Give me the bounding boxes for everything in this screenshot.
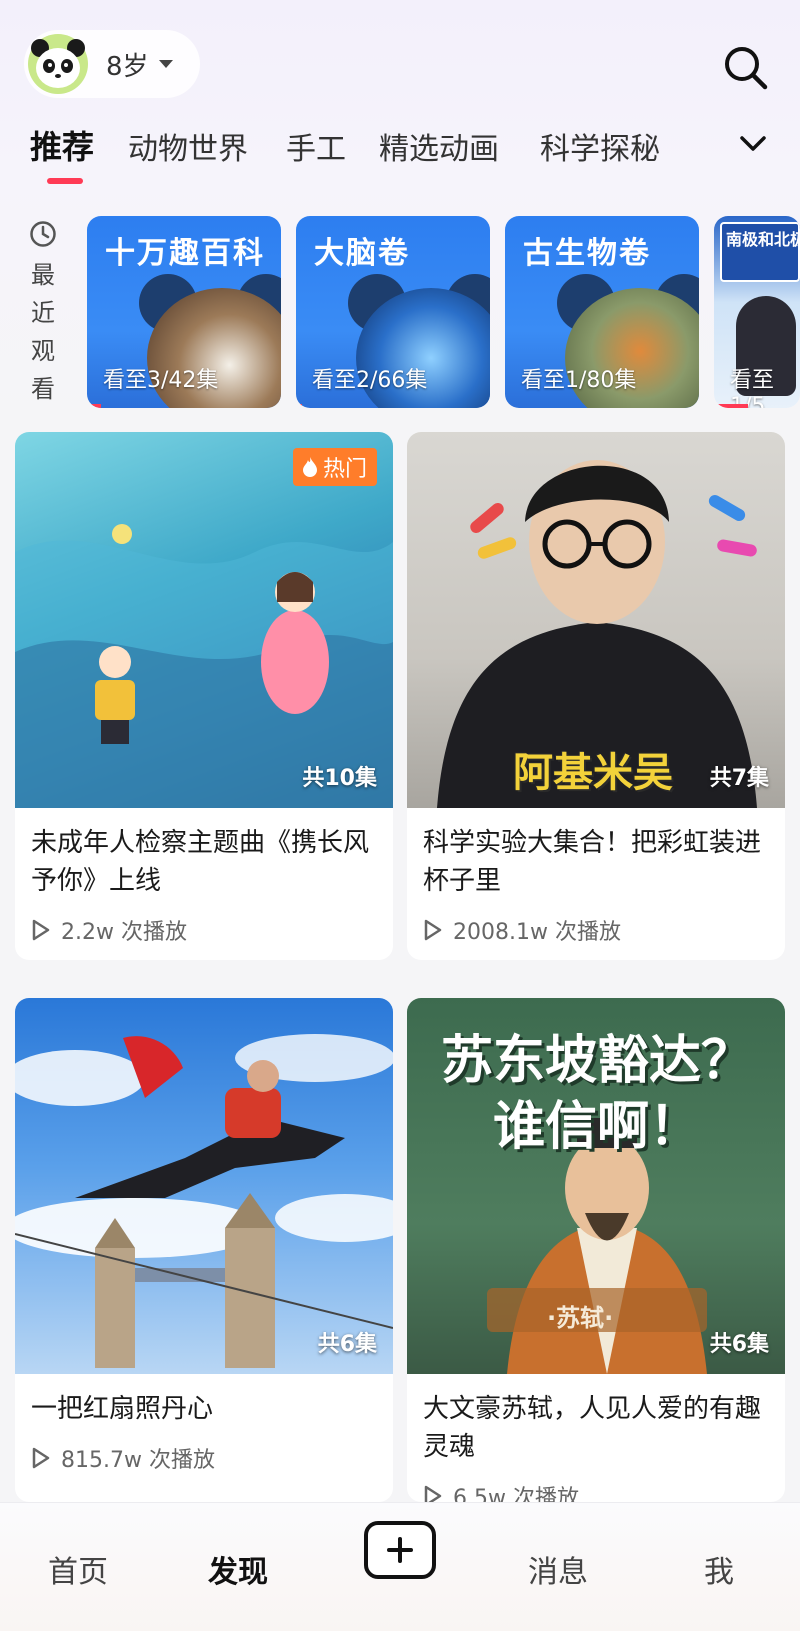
recent-card-title-banner: 南极和北极 为什么 (720, 222, 800, 282)
episode-count: 共6集 (317, 1332, 377, 1357)
panda-avatar-icon (26, 32, 90, 96)
play-count-text: 2008.1w 次播放 (453, 920, 621, 945)
clock-icon (30, 221, 56, 247)
add-button[interactable] (364, 1521, 436, 1579)
recent-card-title: 南极和北极 为什么 (726, 230, 800, 249)
age-selector[interactable]: 8岁 (24, 30, 200, 98)
watch-progress-bar (87, 404, 101, 408)
episode-count: 共10集 (302, 766, 377, 791)
video-card[interactable]: 苏东坡豁达？谁信啊！ ·苏轼· 共6集 大文豪苏轼，人见人爱的有趣灵魂 6.5w… (407, 998, 785, 1502)
video-thumbnail: 苏东坡豁达？谁信啊！ ·苏轼· 共6集 (407, 998, 785, 1374)
play-count: 6.5w 次播放 (407, 1466, 785, 1502)
caret-down-icon (158, 60, 173, 68)
video-thumbnail: 阿基米吴 共7集 (407, 432, 785, 808)
episode-count: 共7集 (709, 766, 769, 791)
play-icon (32, 1447, 50, 1469)
hot-badge: 热门 (292, 448, 377, 486)
age-label: 8岁 (106, 51, 149, 82)
chevron-down-icon[interactable] (738, 132, 768, 156)
play-icon (424, 919, 442, 941)
search-icon[interactable] (722, 44, 770, 92)
nav-me[interactable]: 我 (704, 1547, 734, 1591)
recent-watched-label: 最 近 观 看 (28, 220, 58, 408)
recent-char: 最 (31, 261, 55, 289)
nav-discover[interactable]: 发现 (208, 1547, 268, 1591)
tab-science-exploration[interactable]: 科学探秘 (540, 124, 660, 168)
tab-selected-animation[interactable]: 精选动画 (379, 124, 499, 168)
recent-card-progress: 看至1/80集 (521, 368, 637, 393)
video-card[interactable]: 阿基米吴 共7集 科学实验大集合！把彩虹装进杯子里 2008.1w 次播放 (407, 432, 785, 960)
tab-animal-world[interactable]: 动物世界 (128, 124, 248, 168)
video-card[interactable]: 共6集 一把红扇照丹心 815.7w 次播放 (15, 998, 393, 1502)
watch-progress-bar (296, 404, 302, 408)
play-count: 2008.1w 次播放 (407, 900, 785, 946)
recent-card-title: 十万趣百科 (105, 236, 265, 271)
category-tabs: 推荐 动物世界 手工 精选动画 科学探秘 (0, 122, 800, 192)
video-thumbnail: 共6集 (15, 998, 393, 1374)
recent-card-title: 古生物卷 (523, 236, 651, 271)
video-title: 一把红扇照丹心 (31, 1394, 214, 1424)
plus-icon (387, 1537, 413, 1563)
recent-card[interactable]: 古生物卷 看至1/80集 (505, 216, 699, 408)
play-count-text: 815.7w 次播放 (61, 1448, 215, 1473)
recent-card-progress: 看至1/5 (730, 368, 775, 408)
play-count: 2.2w 次播放 (15, 900, 393, 946)
hot-badge-label: 热门 (322, 457, 367, 482)
recent-card[interactable]: 十万趣百科 看至3/42集 (87, 216, 281, 408)
tab-handcraft[interactable]: 手工 (286, 124, 346, 168)
character-name-tag: ·苏轼· (547, 1304, 614, 1332)
top-header: 8岁 (0, 0, 800, 110)
play-icon (32, 919, 50, 941)
play-count-text: 2.2w 次播放 (61, 920, 187, 945)
active-tab-indicator (47, 178, 83, 184)
recent-char: 近 (31, 299, 55, 327)
video-overlay-text: 苏东坡豁达？谁信啊！ (440, 1031, 753, 1157)
tab-recommend[interactable]: 推荐 (30, 122, 94, 168)
recent-card-progress: 看至2/66集 (312, 368, 428, 393)
video-overlay-text: 阿基米吴 (513, 750, 673, 796)
video-thumbnail: 热门 共10集 (15, 432, 393, 808)
recent-char: 观 (31, 337, 55, 365)
video-title: 大文豪苏轼，人见人爱的有趣灵魂 (423, 1394, 762, 1462)
recent-char: 看 (31, 375, 55, 403)
play-icon (424, 1485, 442, 1502)
video-title: 科学实验大集合！把彩虹装进杯子里 (423, 828, 762, 896)
nav-home[interactable]: 首页 (48, 1547, 108, 1591)
recent-card[interactable]: 南极和北极 为什么 看至1/5 (714, 216, 800, 408)
flame-icon (302, 457, 317, 477)
watch-progress-bar (714, 404, 748, 408)
recent-card-title: 大脑卷 (314, 236, 410, 271)
play-count: 815.7w 次播放 (15, 1428, 393, 1474)
episode-count: 共6集 (709, 1332, 769, 1357)
recent-card[interactable]: 大脑卷 看至2/66集 (296, 216, 490, 408)
play-count-text: 6.5w 次播放 (453, 1486, 579, 1502)
bottom-navigation: 首页 发现 消息 我 (0, 1502, 800, 1631)
recent-card-progress: 看至3/42集 (103, 368, 219, 393)
nav-messages[interactable]: 消息 (528, 1547, 588, 1591)
video-title: 未成年人检察主题曲《携长风予你》上线 (31, 828, 370, 896)
video-card[interactable]: 热门 共10集 未成年人检察主题曲《携长风予你》上线 2.2w 次播放 (15, 432, 393, 960)
watch-progress-bar (505, 404, 508, 408)
